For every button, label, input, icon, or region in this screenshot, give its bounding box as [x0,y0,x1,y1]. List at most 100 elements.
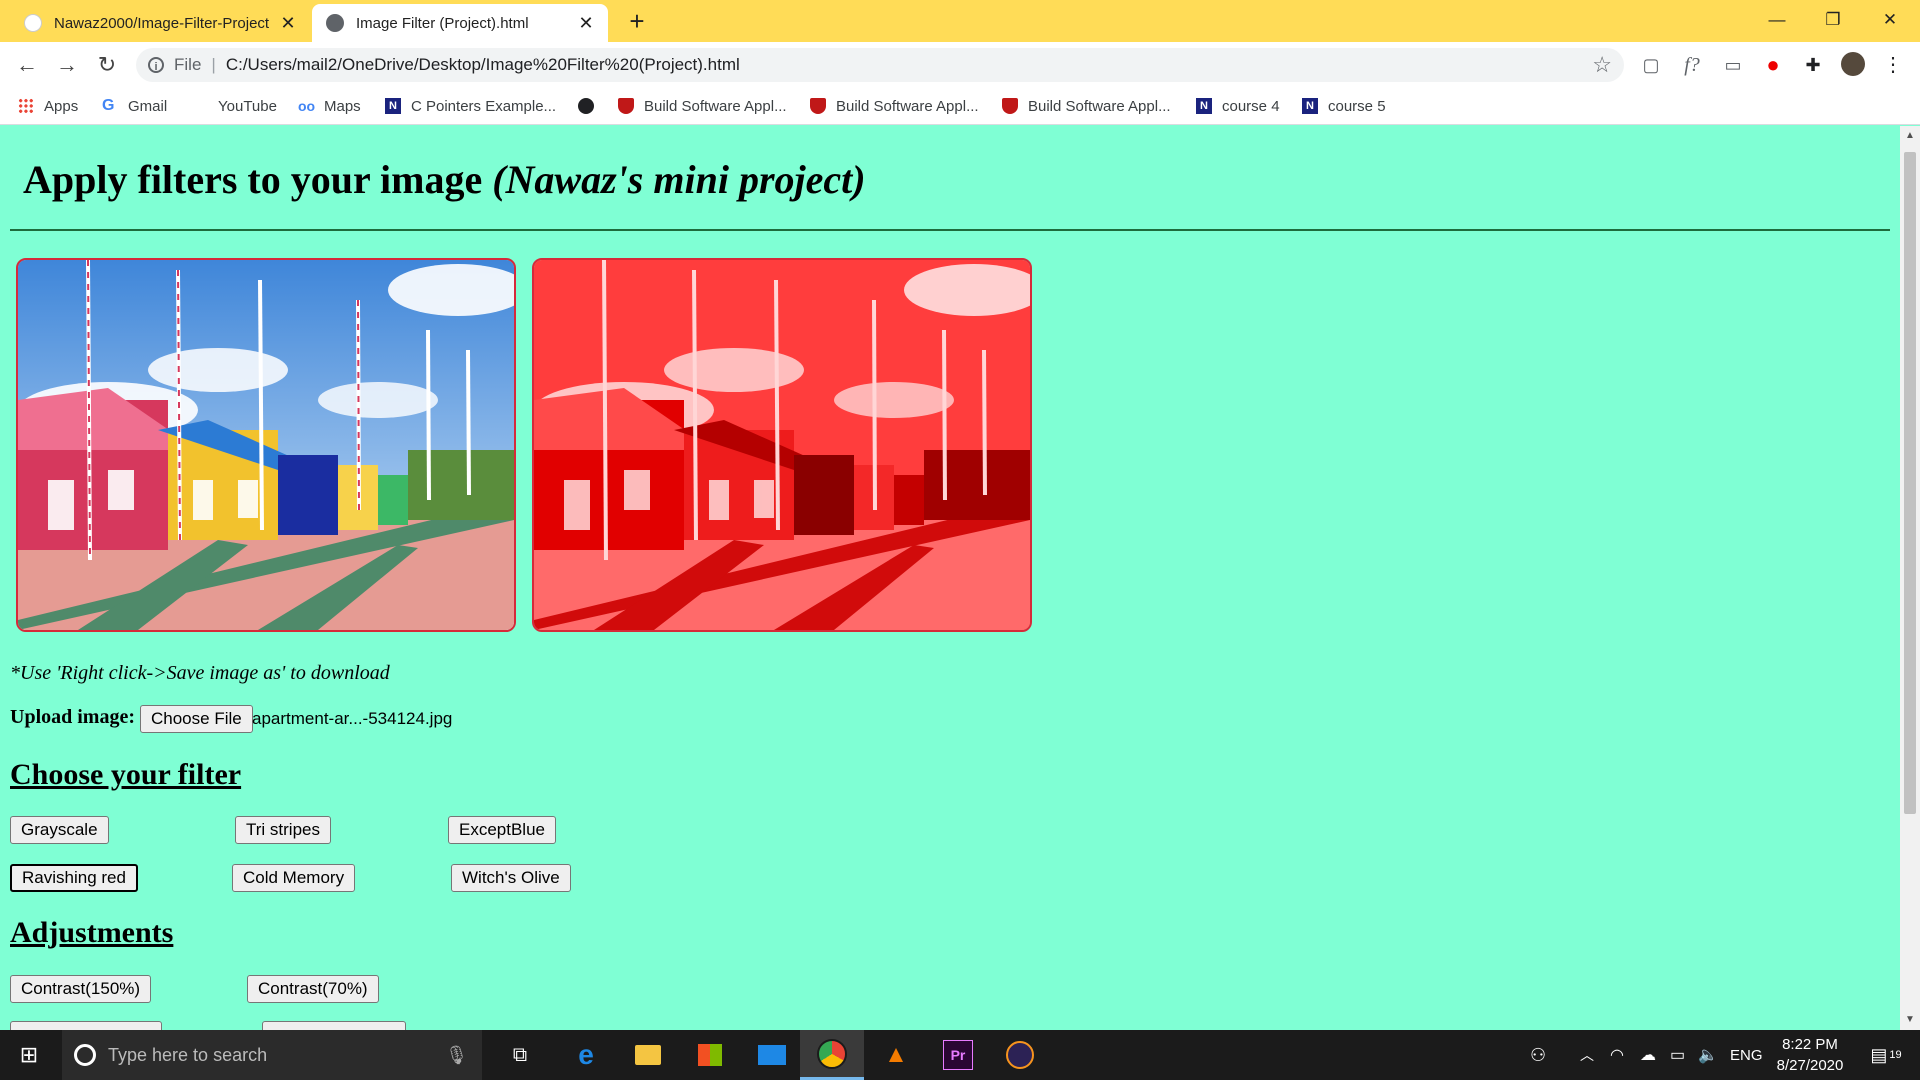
task-view-icon[interactable]: ⧉ [496,1030,544,1080]
filtered-image[interactable] [532,258,1032,632]
cortana-icon [74,1044,96,1066]
tray-chevron-icon[interactable]: ︿ [1580,1030,1594,1080]
scroll-thumb[interactable] [1904,152,1916,814]
url-separator: | [211,55,216,74]
bookmark-gmail[interactable]: G Gmail [102,94,167,118]
bookmark-globe[interactable] [578,94,604,118]
edge-icon[interactable]: e [558,1030,614,1080]
original-image[interactable] [16,258,516,632]
choose-file-button[interactable]: Choose File [140,705,253,733]
apps-grid-icon [18,98,34,114]
tab-title: Nawaz2000/Image-Filter-Project [54,14,270,32]
except-blue-button[interactable]: ExceptBlue [448,816,556,844]
clock-date: 8/27/2020 [1776,1057,1844,1074]
address-bar[interactable]: i File | C:/Users/mail2/OneDrive/Desktop… [136,48,1624,82]
cold-memory-button[interactable]: Cold Memory [232,864,356,892]
matlab-icon[interactable]: ▲ [868,1030,924,1080]
opera-icon[interactable]: ● [1760,52,1786,78]
taskbar-clock[interactable]: 8:22 PM 8/27/2020 [1762,1034,1858,1076]
bookmark-apps[interactable]: Apps [18,94,78,118]
back-button[interactable]: ← [12,50,42,80]
extensions-puzzle-icon[interactable]: ✚ [1800,52,1826,78]
bookmarks-bar: Apps G Gmail YouTube oo Maps N C Pointer… [0,88,1920,125]
globe-icon [578,98,594,114]
upload-label: Upload image: [10,706,135,728]
scroll-up-arrow-icon[interactable]: ▲ [1900,130,1920,146]
bookmark-youtube[interactable]: YouTube [192,94,277,118]
selected-file-name: apartment-ar...-534124.jpg [252,709,453,728]
grayscale-button[interactable]: Grayscale [10,816,109,844]
close-window-button[interactable]: ✕ [1862,0,1918,40]
chrome-icon[interactable] [800,1030,864,1080]
close-tab-icon[interactable]: ✕ [574,13,598,34]
wifi-icon[interactable]: ◠ [1610,1030,1624,1080]
language-indicator[interactable]: ENG [1730,1030,1763,1080]
search-placeholder: Type here to search [108,1044,268,1065]
mcafee-shield-icon [810,98,826,114]
bookmark-course-5[interactable]: N course 5 [1302,94,1386,118]
store-icon[interactable] [682,1030,738,1080]
battery-icon[interactable]: ▭ [1670,1030,1685,1080]
mail-icon[interactable] [744,1030,800,1080]
bookmark-c-pointers[interactable]: N C Pointers Example... [385,94,556,118]
profile-avatar[interactable] [1840,52,1866,78]
close-tab-icon[interactable]: ✕ [276,13,300,34]
mcafee-shield-icon [1002,98,1018,114]
youtube-icon [192,98,208,114]
browser-chrome: Nawaz2000/Image-Filter-Project ✕ Image F… [0,0,1920,126]
bookmark-n-icon: N [1196,98,1212,114]
title-divider [10,229,1890,231]
reload-button[interactable]: ↻ [92,50,122,80]
notification-center-icon[interactable]: ▤ 19 [1866,1030,1906,1080]
github-icon [24,14,42,32]
notification-count: 19 [1889,1049,1902,1061]
scroll-down-arrow-icon[interactable]: ▼ [1900,1014,1920,1030]
eclipse-icon[interactable] [992,1030,1048,1080]
page-scrollbar[interactable]: ▲ ▼ [1900,126,1920,1030]
microphone-icon[interactable]: 🎙 [445,1045,468,1066]
contrast-70-button[interactable]: Contrast(70%) [247,975,379,1003]
extension-pocket-icon[interactable]: ▢ [1638,52,1664,78]
formula-extension-icon[interactable]: f? [1679,52,1705,78]
new-tab-button[interactable]: + [622,6,652,36]
premiere-pro-icon[interactable]: Pr [930,1030,986,1080]
windows-start-icon[interactable]: ⊞ [0,1030,58,1080]
url-text[interactable]: C:/Users/mail2/OneDrive/Desktop/Image%20… [226,55,740,75]
page-title: Apply filters to your image (Nawaz's min… [23,157,866,202]
bookmark-n-icon: N [1302,98,1318,114]
windows-taskbar: ⊞ Type here to search 🎙 ⧉ e ▲ Pr ⚇ ︿ ◠ ☁… [0,1030,1920,1080]
forward-button[interactable]: → [52,50,82,80]
bookmark-course-4[interactable]: N course 4 [1196,94,1280,118]
browser-toolbar: ← → ↻ i File | C:/Users/mail2/OneDrive/D… [0,42,1920,88]
ravishing-red-button[interactable]: Ravishing red [10,864,138,892]
cloud-icon[interactable]: ☁ [1640,1030,1656,1080]
bookmark-n-icon: N [385,98,401,114]
bookmark-build-software-1[interactable]: Build Software Appl... [618,94,787,118]
mcafee-shield-icon [618,98,634,114]
tri-stripes-button[interactable]: Tri stripes [235,816,331,844]
maps-icon: oo [298,98,316,114]
filter-heading: Choose your filter [10,758,242,791]
minimize-button[interactable]: — [1749,0,1805,40]
tab-image-filter[interactable]: Image Filter (Project).html ✕ [312,4,608,42]
cast-icon[interactable]: ▭ [1720,52,1746,78]
tab-strip: Nawaz2000/Image-Filter-Project ✕ Image F… [0,0,1920,42]
witchs-olive-button[interactable]: Witch's Olive [451,864,571,892]
menu-icon[interactable]: ⋮ [1880,52,1906,78]
people-icon[interactable]: ⚇ [1530,1030,1546,1080]
globe-icon [326,14,344,32]
download-note: *Use 'Right click->Save image as' to dow… [10,662,390,684]
taskbar-search[interactable]: Type here to search 🎙 [62,1030,482,1080]
contrast-150-button[interactable]: Contrast(150%) [10,975,152,1003]
bookmark-build-software-3[interactable]: Build Software Appl... [1002,94,1171,118]
bookmark-star-icon[interactable]: ☆ [1592,52,1612,78]
info-icon[interactable]: i [148,57,164,73]
clock-time: 8:22 PM [1782,1036,1838,1053]
file-explorer-icon[interactable] [620,1030,676,1080]
bookmark-build-software-2[interactable]: Build Software Appl... [810,94,979,118]
maximize-button[interactable]: ❐ [1805,0,1861,40]
bookmark-maps[interactable]: oo Maps [298,94,361,118]
volume-icon[interactable]: 🔈 [1698,1030,1718,1080]
google-icon: G [102,97,115,114]
tab-github[interactable]: Nawaz2000/Image-Filter-Project ✕ [10,4,310,42]
